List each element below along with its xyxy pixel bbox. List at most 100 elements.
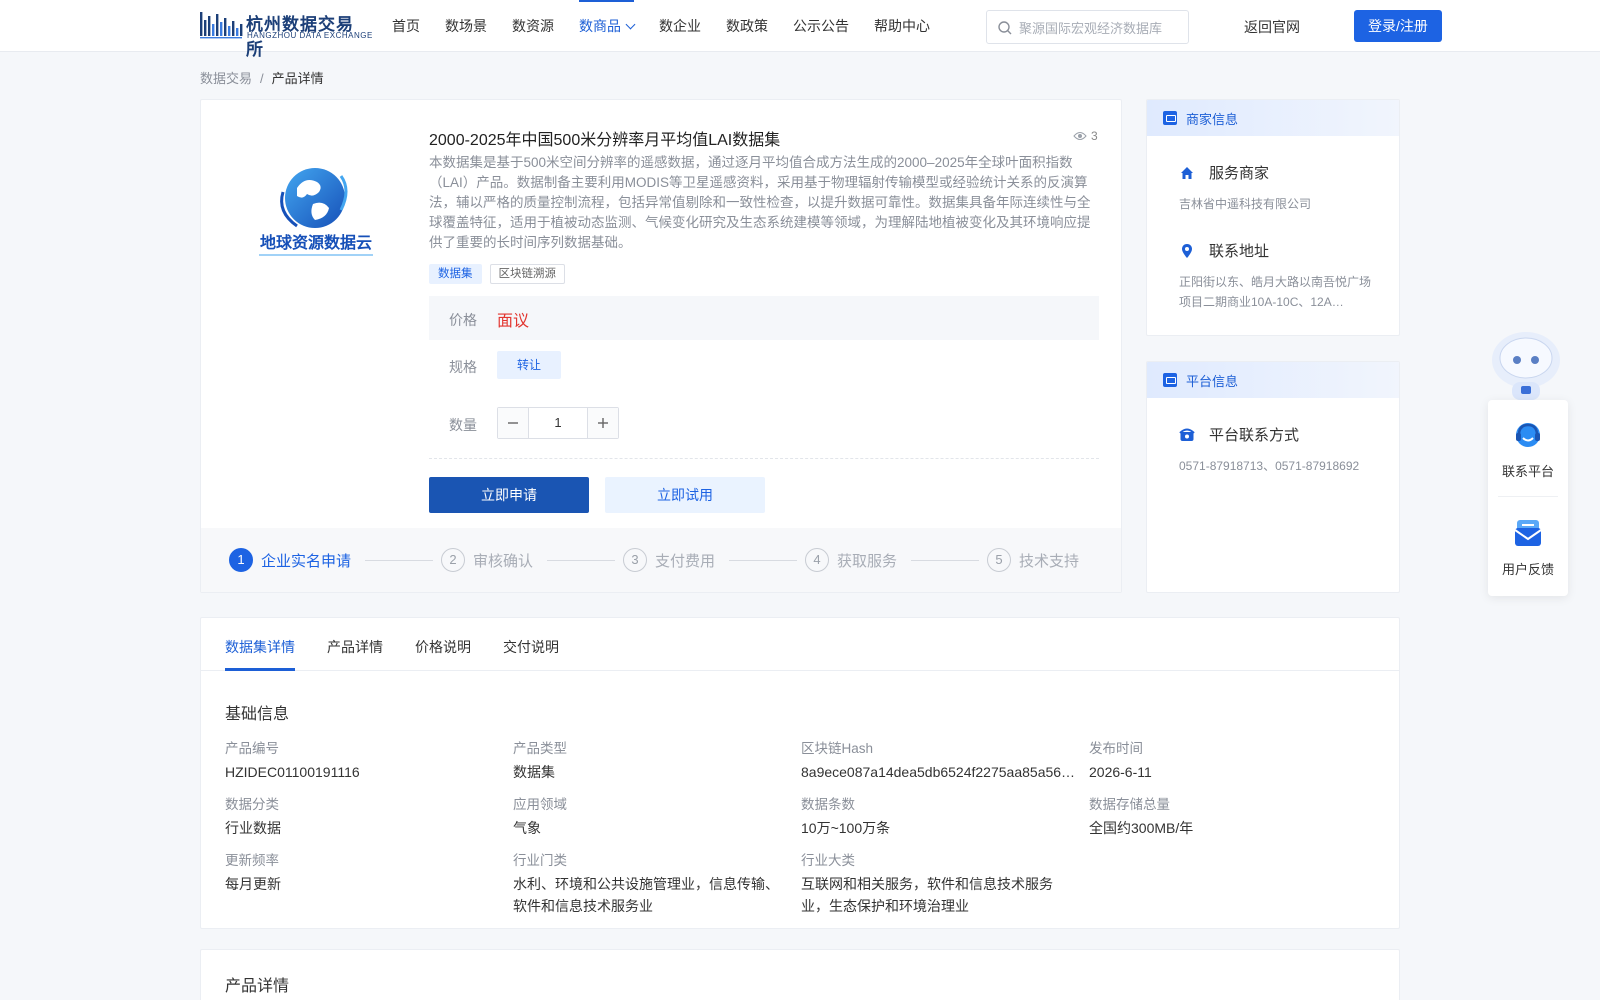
assistant-robot-icon[interactable] (1486, 322, 1566, 402)
login-register-button[interactable]: 登录/注册 (1354, 10, 1442, 42)
breadcrumb-current: 产品详情 (271, 71, 324, 86)
info-key: 更新频率 (225, 853, 279, 868)
info-application-field: 应用领域 气象 (513, 793, 793, 839)
step-connector (547, 560, 615, 561)
info-product-id: 产品编号 HZIDEC01100191116 (225, 737, 505, 783)
step-number: 4 (805, 548, 829, 572)
step-label: 获取服务 (837, 552, 898, 570)
info-value: 10万~100万条 (801, 820, 891, 836)
info-industry-division: 行业大类 互联网和相关服务，软件和信息技术服务业，生态保护和环境治理业 (801, 849, 1061, 917)
merchant-info-title: 商家信息 (1186, 111, 1239, 127)
info-update-frequency: 更新频率 每月更新 (225, 849, 505, 895)
search-box[interactable] (986, 10, 1189, 44)
step-number: 3 (623, 548, 647, 572)
home-icon (1181, 166, 1193, 179)
step-label: 审核确认 (473, 552, 534, 570)
product-card: 地球资源数据云 2000-2025年中国500米分辨率月平均值LAI数据集 3 … (200, 99, 1122, 593)
tab-product-details[interactable]: 产品详情 (327, 637, 383, 657)
breadcrumb-root-link[interactable]: 数据交易 (200, 71, 252, 86)
info-value: 全国约300MB/年 (1089, 820, 1194, 836)
headset-icon (1516, 423, 1540, 447)
user-feedback-button[interactable]: 用户反馈 (1488, 516, 1568, 578)
info-product-type: 产品类型 数据集 (513, 737, 793, 783)
nav-item-policies[interactable]: 数政策 (726, 0, 768, 52)
info-key: 产品类型 (513, 741, 567, 756)
step-2: 2 审核确认 (441, 548, 533, 572)
nav-item-help[interactable]: 帮助中心 (874, 0, 930, 52)
dataset-details-card: 数据集详情 产品详情 价格说明 交付说明 基础信息 产品编号 HZIDEC011… (200, 617, 1400, 929)
process-steps: 1 企业实名申请 2 审核确认 3 支付费用 4 获取服务 5 技术支持 (201, 528, 1121, 592)
divider (1498, 496, 1558, 497)
step-1: 1 企业实名申请 (229, 548, 351, 572)
info-value: 互联网和相关服务，软件和信息技术服务业，生态保护和环境治理业 (801, 876, 1053, 914)
product-tags: 数据集 区块链溯源 (429, 264, 573, 284)
info-blockchain-hash: 区块链Hash 8a9ece087a14dea5db6524f2275aa85a… (801, 737, 1081, 783)
top-header: 杭州数据交易所 HANGZHOU DATA EXCHANGE 首页 数场景 数资… (0, 0, 1600, 59)
contact-address-label: 联系地址 (1209, 243, 1270, 260)
price-value: 面议 (497, 313, 530, 330)
quantity-stepper: 1 (497, 407, 619, 439)
info-key: 区块链Hash (801, 741, 874, 756)
step-4: 4 获取服务 (805, 548, 897, 572)
step-label: 支付费用 (655, 552, 716, 570)
view-count-value: 3 (1091, 129, 1098, 143)
info-industry-section: 行业门类 水利、环境和公共设施管理业，信息传输、软件和信息技术服务业 (513, 849, 783, 917)
nav-item-home[interactable]: 首页 (392, 0, 420, 52)
merchant-info-card: 商家信息 服务商家 吉林省中遥科技有限公司 联系地址 正阳街以东、皓月大路以南吾… (1146, 99, 1400, 336)
quantity-value[interactable]: 1 (529, 408, 587, 438)
site-logo[interactable]: 杭州数据交易所 HANGZHOU DATA EXCHANGE (200, 8, 372, 59)
price-row: 价格 面议 (429, 296, 1099, 340)
apply-now-button[interactable]: 立即申请 (429, 477, 589, 513)
tab-price-info[interactable]: 价格说明 (415, 637, 471, 657)
info-value: 8a9ece087a14dea5db6524f2275aa85a56… (801, 764, 1076, 780)
info-key: 数据存储总量 (1089, 797, 1170, 812)
search-input[interactable] (1019, 17, 1184, 39)
service-merchant-value[interactable]: 吉林省中遥科技有限公司 (1179, 194, 1379, 214)
phone-icon (1179, 428, 1195, 441)
increase-button[interactable] (587, 408, 618, 438)
info-key: 行业门类 (513, 853, 567, 868)
user-feedback-label: 用户反馈 (1501, 562, 1554, 577)
logo-caption: 地球资源数据云 (260, 233, 372, 252)
search-icon (998, 21, 1012, 35)
tab-dataset-details[interactable]: 数据集详情 (225, 637, 295, 657)
logo-bars-icon (200, 12, 243, 39)
contact-address-value: 正阳街以东、皓月大路以南吾悦广场项目二期商业10A-10C、12A… (1179, 275, 1372, 309)
info-publish-date: 发布时间 2026-6-11 (1089, 737, 1369, 783)
detail-tabs: 数据集详情 产品详情 价格说明 交付说明 (201, 618, 1399, 671)
tab-delivery-info[interactable]: 交付说明 (503, 637, 559, 657)
contact-platform-label: 联系平台 (1501, 464, 1554, 479)
merchant-info-header: 商家信息 (1147, 100, 1399, 136)
nav-item-announcements[interactable]: 公示公告 (793, 0, 849, 52)
globe-logo-icon: 地球资源数据云 (259, 168, 373, 256)
nav-item-products[interactable]: 数商品 (579, 0, 636, 52)
platform-contact-value: 0571-87918713、0571-87918692 (1179, 459, 1360, 473)
info-value: 行业数据 (225, 820, 281, 836)
product-details-title: 产品详情 (225, 978, 290, 995)
platform-info-title: 平台信息 (1186, 373, 1239, 389)
contact-address-heading: 联系地址 (1181, 240, 1269, 261)
info-key: 行业大类 (801, 853, 855, 868)
info-key: 发布时间 (1089, 741, 1143, 756)
nav-item-resources[interactable]: 数资源 (512, 0, 554, 52)
platform-info-header: 平台信息 (1147, 362, 1399, 398)
nav-item-scenes[interactable]: 数场景 (445, 0, 487, 52)
decrease-button[interactable] (498, 408, 529, 438)
eye-icon (1073, 132, 1087, 140)
divider (429, 458, 1099, 459)
nav-item-enterprises[interactable]: 数企业 (659, 0, 701, 52)
step-3: 3 支付费用 (623, 548, 715, 572)
info-key: 应用领域 (513, 797, 567, 812)
plus-icon (598, 418, 608, 428)
breadcrumb-separator: / (260, 71, 264, 86)
back-to-site-link[interactable]: 返回官网 (1244, 17, 1300, 37)
product-details-card: 产品详情 (200, 949, 1400, 1000)
contact-platform-button[interactable]: 联系平台 (1488, 418, 1568, 480)
info-value: 气象 (513, 820, 541, 836)
spec-option-transfer[interactable]: 转让 (497, 351, 561, 379)
product-description: 本数据集是基于500米空间分辨率的遥感数据，通过逐月平均值合成方法生成的2000… (429, 155, 1091, 250)
try-now-button[interactable]: 立即试用 (605, 477, 765, 513)
info-value: 数据集 (513, 764, 555, 780)
basic-info-title: 基础信息 (225, 706, 290, 723)
step-connector (911, 560, 979, 561)
